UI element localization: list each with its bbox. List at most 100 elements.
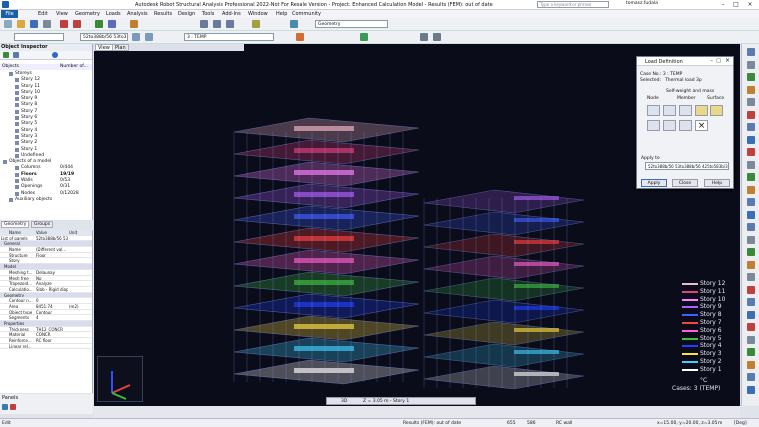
layout-combo[interactable]: Geometry [315,20,388,28]
property-value[interactable]: Analyze [36,281,68,286]
floor-slab[interactable] [423,321,585,346]
maximize-icon[interactable]: □ [731,1,741,8]
green-icon[interactable] [360,33,368,41]
load-type-2-icon[interactable] [663,105,676,116]
selection-value[interactable]: 52to388b/56 53to3 [36,236,68,241]
side-tool-icon[interactable] [747,198,755,206]
panels-tool2-icon[interactable] [10,404,16,410]
menu-geometry[interactable]: Geometry [75,11,100,17]
dialog-close-icon[interactable]: × [725,57,730,64]
tab-geometry[interactable]: Geometry [1,221,30,228]
property-value[interactable]: 0 [36,298,68,303]
property-value[interactable]: Delaunay [36,270,68,275]
side-tool-icon[interactable] [747,260,755,269]
menu-addins[interactable]: Add-Ins [222,11,241,17]
side-tool-icon[interactable] [747,98,755,106]
menu-analysis[interactable]: Analysis [127,11,148,17]
panels-tool-icon[interactable] [2,404,8,410]
side-tool-icon[interactable] [747,73,755,81]
load-case-combo[interactable]: 3 : TEMP [184,33,274,41]
load-icon[interactable] [296,33,304,41]
load-type-6-icon[interactable] [647,120,660,131]
tab-plan[interactable]: Plan [112,44,129,51]
property-value[interactable]: Contour [36,310,68,315]
side-tool-icon[interactable] [747,235,755,244]
viewport-scrollbar[interactable] [94,406,740,418]
side-tool-icon[interactable] [747,273,755,281]
new-icon[interactable] [4,20,12,28]
menu-view[interactable]: View [56,11,68,17]
results-icon[interactable] [108,20,116,28]
view-mode[interactable]: 3D [341,399,347,404]
section-icon[interactable] [130,20,138,28]
side-tool-icon[interactable] [747,110,755,119]
load-type-4-icon[interactable] [695,105,708,116]
tab-view[interactable]: View [95,44,113,51]
side-tool-icon[interactable] [747,248,755,256]
dialog-close-button[interactable]: Close [672,179,698,187]
side-tool-icon[interactable] [747,210,755,219]
minimize-icon[interactable]: – [718,1,728,8]
pan-icon[interactable] [226,20,234,28]
user-name[interactable]: tomasz.fudala [626,1,658,6]
side-tool-icon[interactable] [747,310,755,319]
menu-loads[interactable]: Loads [106,11,121,17]
story-combo[interactable]: Z = 3.05 m - Story 1 [363,399,409,404]
dialog-maximize-icon[interactable]: □ [716,58,721,64]
floor-slab[interactable] [423,255,585,280]
floor-slab[interactable] [423,365,585,390]
load-type-8-icon[interactable] [679,120,692,131]
menu-results[interactable]: Results [154,11,172,17]
property-value[interactable]: No [36,276,68,281]
side-tool-icon[interactable] [747,148,755,156]
property-value[interactable]: CONCR [36,332,68,337]
menu-help[interactable]: Help [276,11,287,17]
property-value[interactable]: 4 [36,315,68,320]
side-tool-icon[interactable] [747,60,755,69]
side-tool-icon[interactable] [747,323,755,331]
menu-window[interactable]: Window [248,11,268,17]
side-tool-icon[interactable] [747,223,755,231]
side-tool-icon[interactable] [747,285,755,294]
calc-icon[interactable] [95,20,103,28]
side-tool-icon[interactable] [747,298,755,306]
panel-selection-combo[interactable]: 52to388b/56 53to3 [80,33,128,41]
search-input[interactable]: Type a keyword or phrase [537,1,609,8]
side-tool-icon[interactable] [747,85,755,94]
rotate-icon[interactable] [252,20,260,28]
property-value[interactable]: Slab - Rigid diap [36,287,68,292]
property-value[interactable]: 8451.74 [36,304,68,309]
apply-button[interactable]: Apply [641,179,667,187]
grid-icon[interactable] [420,33,428,41]
property-row[interactable]: Linear rel... [0,344,92,350]
floor-slab[interactable] [423,189,585,214]
load-type-5-icon[interactable] [710,105,723,116]
side-tool-icon[interactable] [747,360,755,369]
side-tool-icon[interactable] [747,123,755,131]
redo-icon[interactable] [73,20,81,28]
menu-tools[interactable]: Tools [202,11,214,17]
floor-slab[interactable] [423,211,585,236]
table-icon[interactable] [433,33,441,41]
zoom-window-icon[interactable] [213,20,221,28]
load-type-1-icon[interactable] [647,105,660,116]
menu-file[interactable]: File [1,10,18,18]
print-icon[interactable] [43,20,51,28]
apply-to-input[interactable]: 52to388b/56 53to388b/56 425to583b/3 [645,162,729,170]
close-icon[interactable]: × [745,1,755,8]
tab-groups[interactable]: Groups [31,221,54,228]
side-tool-icon[interactable] [747,173,755,181]
delete-load-icon[interactable]: × [695,120,708,131]
property-value[interactable]: TH12_CONCR [36,327,68,332]
menu-design[interactable]: Design [178,11,195,17]
side-tool-icon[interactable] [747,48,755,56]
menu-community[interactable]: Community [292,11,321,17]
floor-slab[interactable] [423,299,585,324]
side-tool-icon[interactable] [747,348,755,356]
save-icon[interactable] [30,20,38,28]
selection-combo[interactable] [14,33,64,41]
side-tool-icon[interactable] [747,335,755,344]
floor-slab[interactable] [423,343,585,368]
open-icon[interactable] [17,20,25,28]
floor-slab[interactable] [423,233,585,258]
